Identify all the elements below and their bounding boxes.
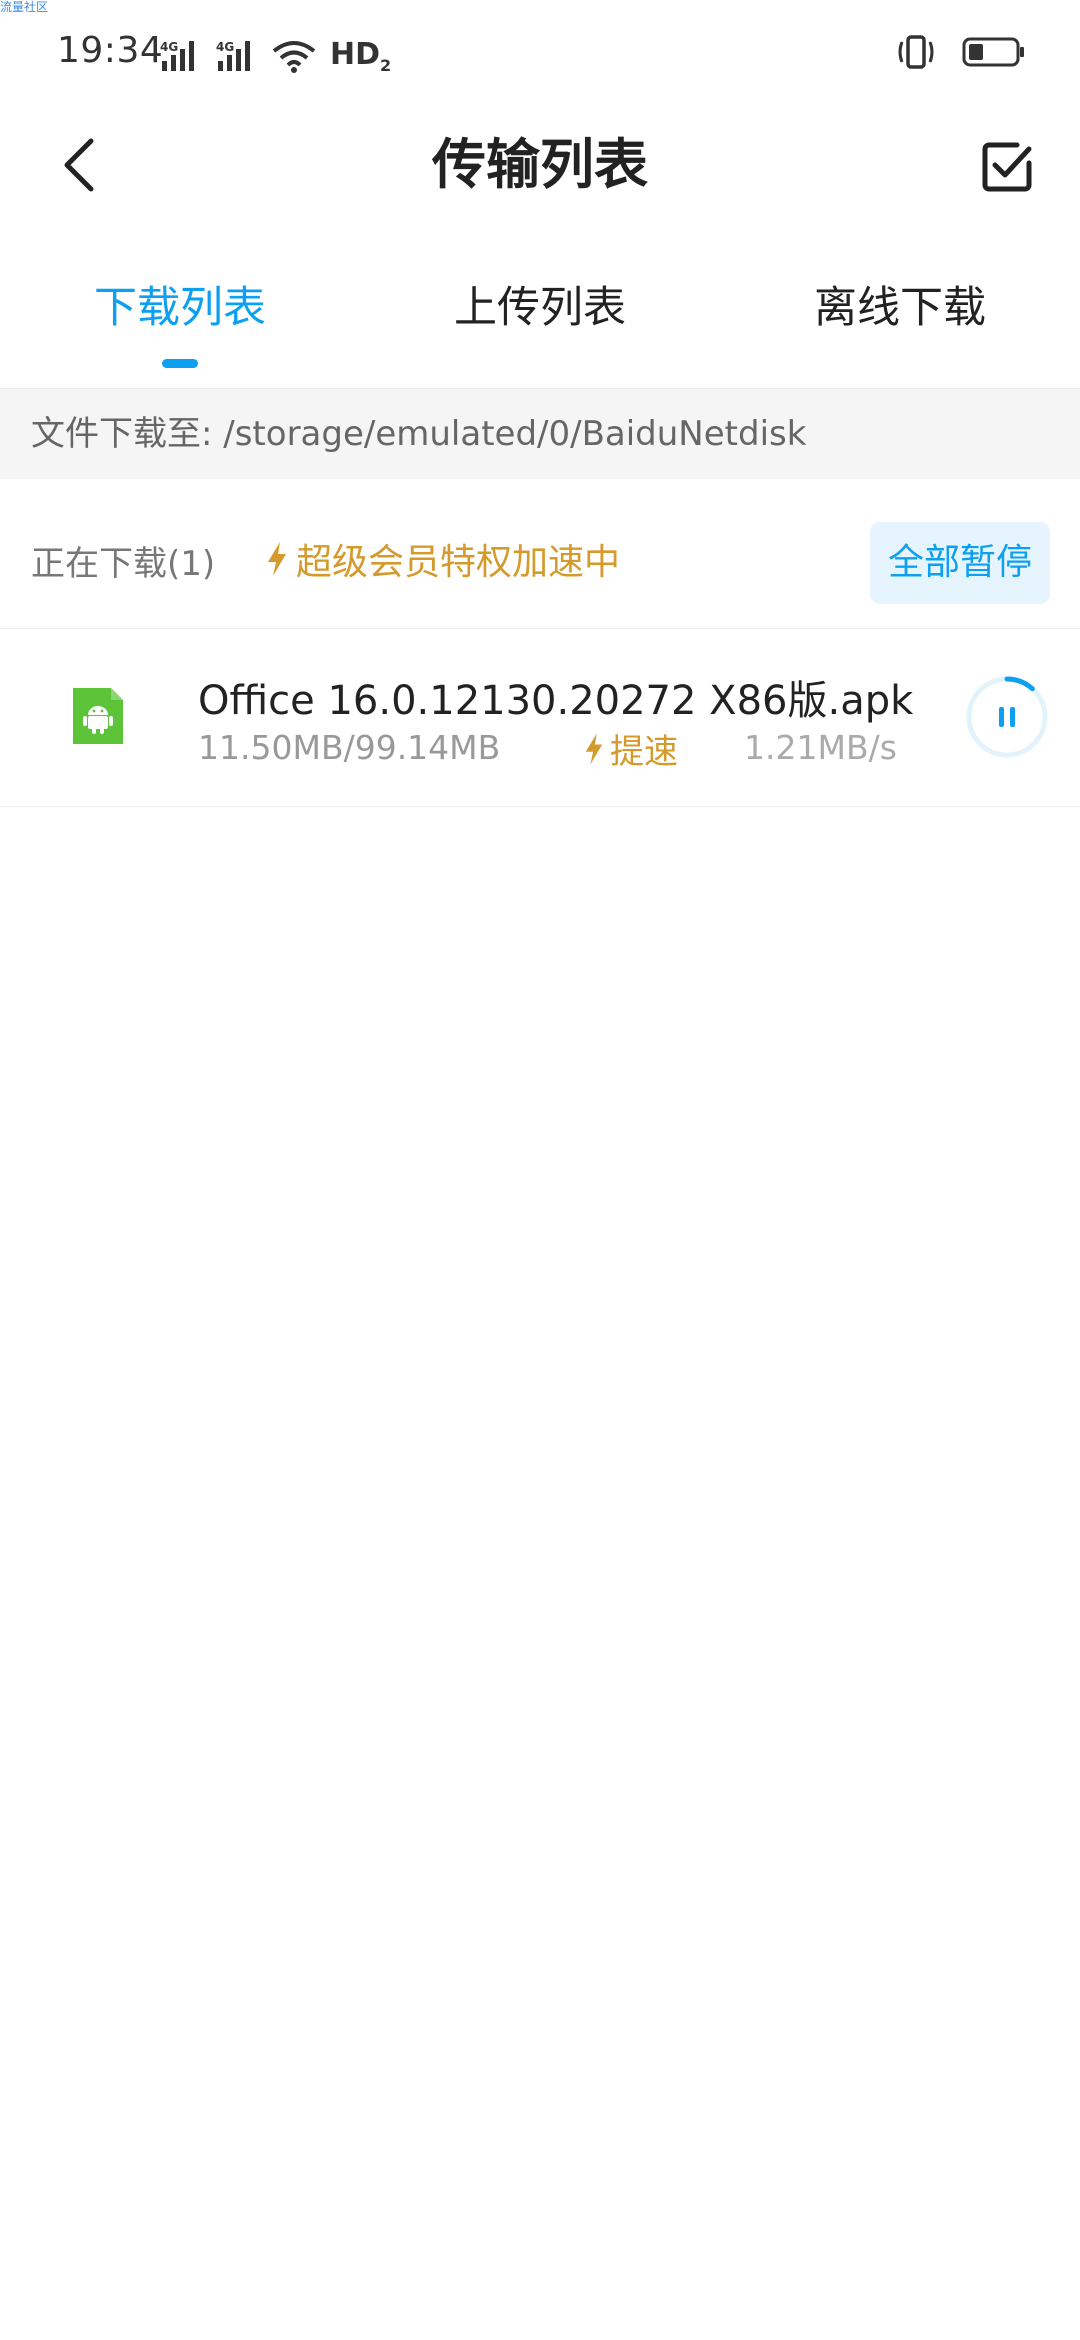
download-speed: 1.21MB/s xyxy=(744,728,897,767)
tab-active-indicator xyxy=(162,359,198,368)
signal-4g-icon-2: 4G xyxy=(216,40,250,71)
speedup-label: 提速 xyxy=(610,732,678,772)
lightning-icon xyxy=(585,733,603,764)
multi-select-button[interactable] xyxy=(972,132,1042,202)
lightning-icon xyxy=(268,542,286,576)
status-icons: 4G 4G HD2 xyxy=(160,36,391,76)
wifi-icon xyxy=(272,41,316,73)
pause-download-button[interactable] xyxy=(962,672,1052,762)
speedup-button[interactable]: 提速 xyxy=(584,724,678,773)
pause-icon xyxy=(999,707,1004,727)
hd-text: HD xyxy=(330,37,381,72)
download-item[interactable]: Office 16.0.12130.20272 X86版.apk 11.50MB… xyxy=(0,628,1080,807)
page-title: 传输列表 xyxy=(432,133,648,196)
tab-upload-list-label: 上传列表 xyxy=(454,283,626,333)
vip-acceleration-label: 超级会员特权加速中 xyxy=(296,542,621,583)
download-path-bar: 文件下载至: /storage/emulated/0/BaiduNetdisk xyxy=(0,388,1080,479)
status-bar: 19:34 4G 4G HD2 xyxy=(0,0,1080,110)
transfer-tabs: 下载列表 上传列表 离线下载 xyxy=(0,262,1080,388)
tab-download-list-label: 下载列表 xyxy=(94,283,266,333)
progress-ring xyxy=(966,676,1048,758)
svg-text:4G: 4G xyxy=(160,40,178,54)
tab-upload-list[interactable]: 上传列表 xyxy=(360,262,720,388)
android-apk-icon xyxy=(73,688,123,748)
pause-all-button[interactable]: 全部暂停 xyxy=(870,522,1050,604)
hd-sub: 2 xyxy=(380,56,392,75)
pause-icon-bar xyxy=(1010,707,1015,727)
tab-download-list[interactable]: 下载列表 xyxy=(0,262,360,388)
vibrate-icon xyxy=(898,35,934,69)
tab-offline-download[interactable]: 离线下载 xyxy=(720,262,1080,388)
downloading-count: 正在下载(1) xyxy=(31,544,216,584)
file-size-progress: 11.50MB/99.14MB xyxy=(198,728,501,767)
svg-text:4G: 4G xyxy=(216,40,234,54)
checkbox-edit-icon xyxy=(982,142,1032,192)
downloading-section-header: 正在下载(1) 超级会员特权加速中 全部暂停 xyxy=(0,478,1080,629)
top-app-bar: 传输列表 xyxy=(0,110,1080,220)
status-right xyxy=(894,34,1026,70)
tab-offline-download-label: 离线下载 xyxy=(814,283,986,333)
vip-acceleration-badge[interactable]: 超级会员特权加速中 xyxy=(266,533,620,585)
signal-4g-icon: 4G xyxy=(160,40,194,71)
status-time: 19:34 xyxy=(57,30,164,71)
battery-icon xyxy=(962,37,1024,67)
hd-voice-label: HD2 xyxy=(330,37,391,75)
download-path-text: 文件下载至: /storage/emulated/0/BaiduNetdisk xyxy=(31,414,807,454)
file-name: Office 16.0.12130.20272 X86版.apk xyxy=(198,678,914,724)
